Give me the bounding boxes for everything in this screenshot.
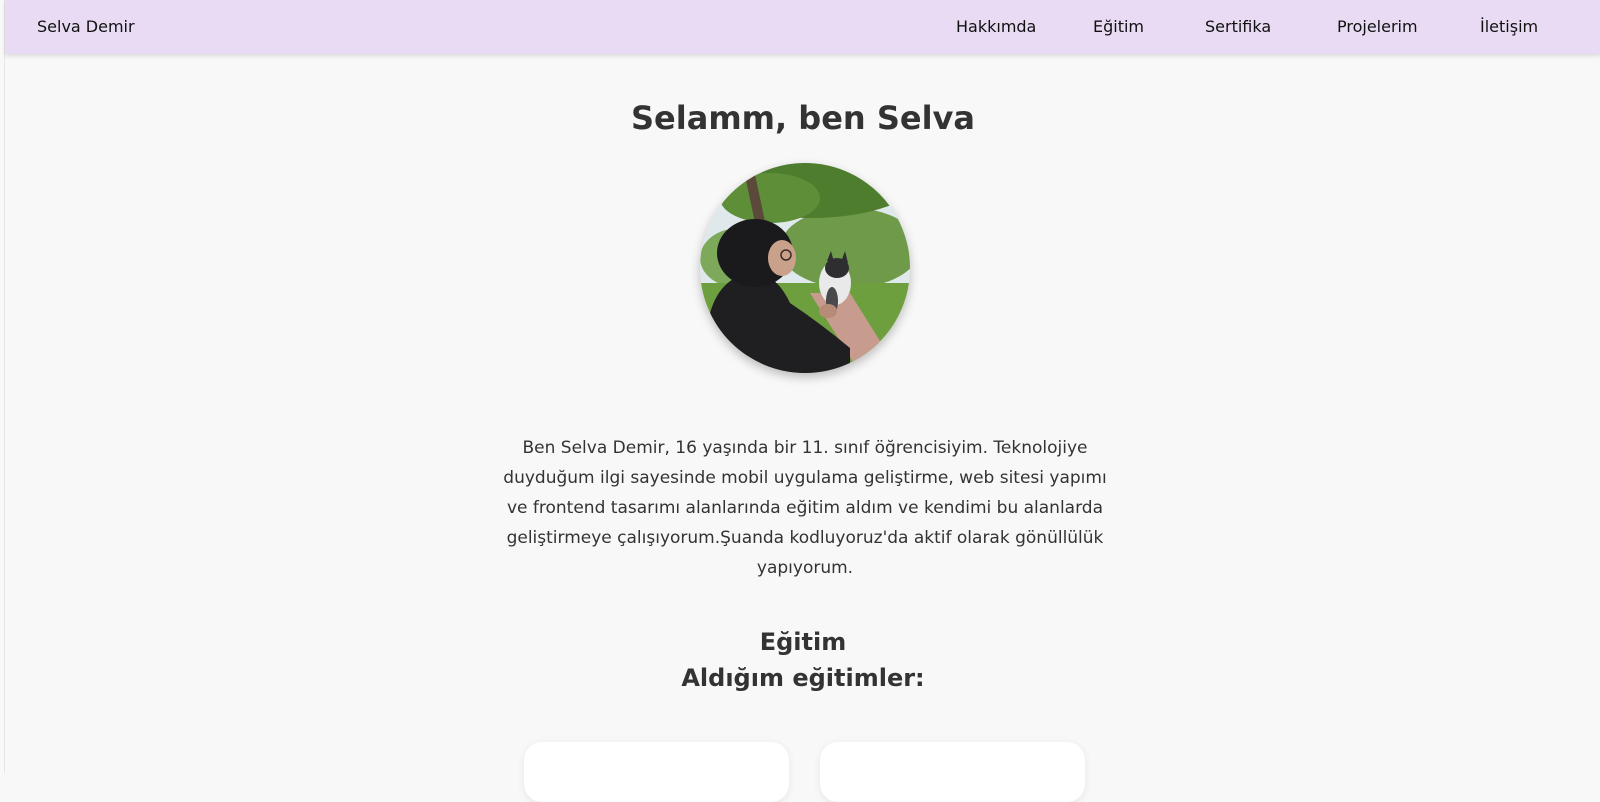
about-paragraph: Ben Selva Demir, 16 yaşında bir 11. sını… [503,438,1107,578]
nav-link-sertifika[interactable]: Sertifika [1205,17,1271,36]
education-title: Eğitim [759,628,847,656]
education-card [820,742,1085,802]
nav-link-projelerim[interactable]: Projelerim [1337,17,1418,36]
navbar: Selva Demir Hakkımda Eğitim Sertifika Pr… [5,0,1600,54]
education-subtitle: Aldığım eğitimler: [681,664,925,692]
nav-link-hakkimda[interactable]: Hakkımda [956,17,1036,36]
profile-photo [700,163,910,373]
page: Selva Demir Hakkımda Eğitim Sertifika Pr… [4,0,1600,802]
hero-title: Selamm, ben Selva [631,99,975,137]
nav-link-iletisim[interactable]: İletişim [1480,17,1538,36]
nav-link-egitim[interactable]: Eğitim [1093,17,1144,36]
nav-links: Hakkımda Eğitim Sertifika Projelerim İle… [5,17,1600,39]
education-card [524,742,789,802]
